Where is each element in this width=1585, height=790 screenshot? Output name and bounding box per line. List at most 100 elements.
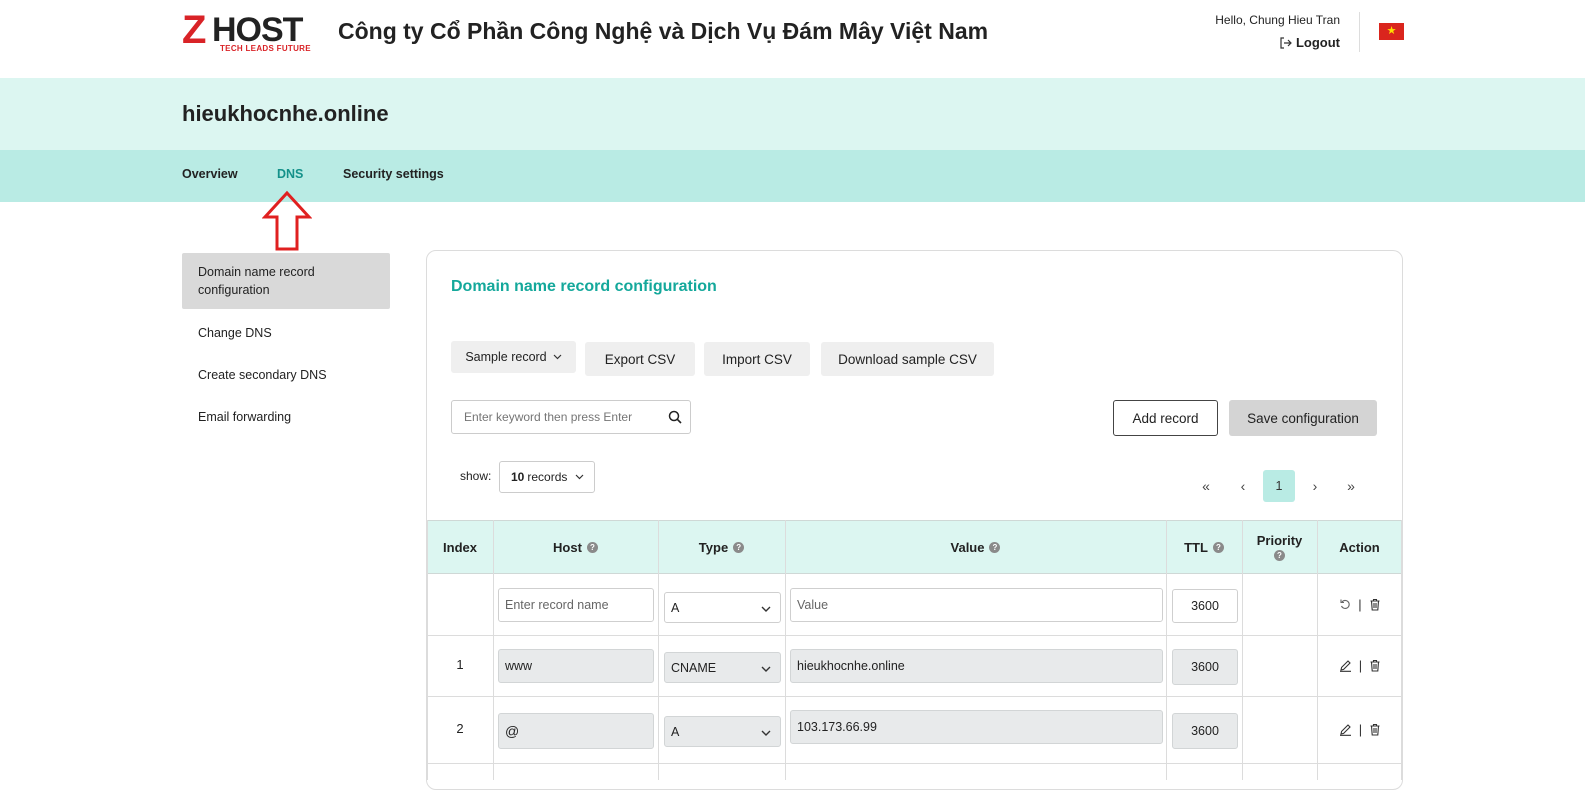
new-host-input[interactable]: Enter record name	[498, 588, 654, 622]
row-index: 2	[456, 721, 464, 736]
reset-icon[interactable]	[1339, 598, 1351, 610]
vietnam-flag-icon[interactable]: ★	[1379, 23, 1404, 40]
tab-security-settings[interactable]: Security settings	[343, 167, 444, 181]
table-border	[1242, 520, 1243, 780]
row-ttl-input[interactable]: 3600	[1172, 649, 1238, 685]
tab-dns[interactable]: DNS	[277, 167, 303, 181]
delete-icon[interactable]	[1369, 598, 1381, 611]
tab-overview[interactable]: Overview	[182, 167, 238, 181]
delete-icon[interactable]	[1369, 659, 1381, 672]
col-header-action: Action	[1317, 520, 1402, 574]
card-title: Domain name record configuration	[451, 278, 717, 295]
col-header-type: Type?	[658, 520, 785, 574]
chevron-down-icon	[761, 730, 771, 736]
search-input[interactable]	[452, 401, 662, 433]
search-box	[451, 400, 691, 434]
sidebar-item-change-dns[interactable]: Change DNS	[182, 324, 390, 342]
chevron-down-icon	[761, 666, 771, 672]
flag-star: ★	[1386, 25, 1397, 37]
table-border	[1317, 520, 1318, 780]
chevron-down-icon	[553, 354, 562, 360]
page-size-unit: records	[527, 470, 568, 484]
table-border	[1401, 520, 1402, 780]
index-header-label: Index	[443, 539, 477, 555]
header-divider	[1359, 12, 1360, 52]
help-icon[interactable]: ?	[586, 541, 598, 553]
table-border	[427, 520, 428, 780]
col-header-host: Host?	[493, 520, 658, 574]
page-size-count: 10	[511, 470, 525, 484]
table-border	[785, 520, 786, 780]
action-separator: |	[1358, 721, 1363, 737]
ttl-header-label: TTL	[1184, 539, 1208, 555]
page-title: hieukhocnhe.online	[182, 101, 389, 126]
help-icon[interactable]: ?	[733, 541, 745, 553]
new-type-select[interactable]: A	[664, 592, 781, 623]
action-separator: |	[1358, 657, 1363, 673]
first-page-button[interactable]: «	[1190, 470, 1222, 502]
download-sample-csv-button[interactable]: Download sample CSV	[821, 342, 994, 376]
row-type-value: A	[671, 724, 680, 739]
delete-icon[interactable]	[1369, 723, 1381, 736]
logo-tagline: TECH LEADS FUTURE	[220, 44, 311, 53]
row-type-select[interactable]: A	[664, 716, 781, 747]
row-value-input[interactable]: 103.173.66.99	[790, 710, 1163, 744]
sidebar-item-record-config[interactable]: Domain name record configuration	[182, 253, 390, 309]
current-page-button[interactable]: 1	[1263, 470, 1295, 502]
table-border	[658, 520, 659, 780]
import-csv-button[interactable]: Import CSV	[704, 342, 810, 376]
action-separator: |	[1358, 596, 1362, 612]
add-record-button[interactable]: Add record	[1113, 400, 1218, 436]
greeting: Hello, Chung Hieu Tran	[1215, 13, 1340, 27]
page-size-select[interactable]: 10 records	[499, 461, 595, 493]
help-icon[interactable]: ?	[1274, 550, 1285, 561]
logout-icon	[1280, 36, 1292, 49]
chevron-down-icon	[761, 606, 771, 612]
table-border	[493, 520, 494, 780]
row-divider	[427, 696, 1402, 697]
company-name: Công ty Cổ Phần Công Nghệ và Dịch Vụ Đám…	[338, 18, 989, 44]
logout-link[interactable]: Logout	[1279, 35, 1340, 50]
new-value-input[interactable]: Value	[790, 588, 1163, 622]
new-type-value: A	[671, 600, 680, 615]
help-icon[interactable]: ?	[1212, 541, 1224, 553]
row-type-select[interactable]: CNAME	[664, 652, 781, 683]
prev-page-button[interactable]: ‹	[1227, 470, 1259, 502]
col-header-index: Index	[427, 520, 493, 574]
zhost-logo[interactable]: Z HOST TECH LEADS FUTURE	[182, 10, 312, 54]
col-header-value: Value?	[785, 520, 1166, 574]
row-ttl-input[interactable]: 3600	[1172, 713, 1238, 749]
new-row-actions: |	[1318, 594, 1402, 614]
table-border	[1166, 520, 1167, 780]
row-actions: |	[1318, 719, 1402, 739]
edit-icon[interactable]	[1339, 723, 1352, 736]
type-header-label: Type	[698, 539, 729, 555]
export-csv-button[interactable]: Export CSV	[585, 342, 695, 376]
row-value-input[interactable]: hieukhocnhe.online	[790, 649, 1163, 683]
search-icon[interactable]	[668, 410, 682, 424]
sample-record-label: Sample record	[465, 350, 547, 364]
help-icon[interactable]: ?	[989, 541, 1001, 553]
save-configuration-button[interactable]: Save configuration	[1229, 400, 1377, 436]
sidebar-item-secondary-dns[interactable]: Create secondary DNS	[182, 366, 390, 384]
logo-z: Z	[182, 8, 206, 52]
next-page-button[interactable]: ›	[1299, 470, 1331, 502]
action-header-label: Action	[1339, 539, 1380, 555]
chevron-down-icon	[575, 474, 584, 480]
value-header-label: Value	[950, 539, 985, 555]
sidebar-item-email-forwarding[interactable]: Email forwarding	[182, 408, 390, 426]
logout-label: Logout	[1295, 35, 1340, 50]
new-ttl-input[interactable]: 3600	[1172, 589, 1238, 623]
sample-record-dropdown[interactable]: Sample record	[451, 341, 576, 373]
row-host-input[interactable]: www	[498, 649, 654, 683]
edit-icon[interactable]	[1339, 659, 1352, 672]
col-header-ttl: TTL?	[1166, 520, 1242, 574]
row-host-input[interactable]: @	[498, 713, 654, 749]
row-index: 1	[456, 657, 464, 672]
last-page-button[interactable]: »	[1335, 470, 1367, 502]
row-divider	[427, 635, 1402, 636]
host-header-label: Host	[553, 539, 582, 555]
annotation-arrow-up-icon	[262, 190, 312, 251]
priority-header-label: Priority	[1256, 533, 1303, 548]
row-type-value: CNAME	[671, 660, 717, 675]
